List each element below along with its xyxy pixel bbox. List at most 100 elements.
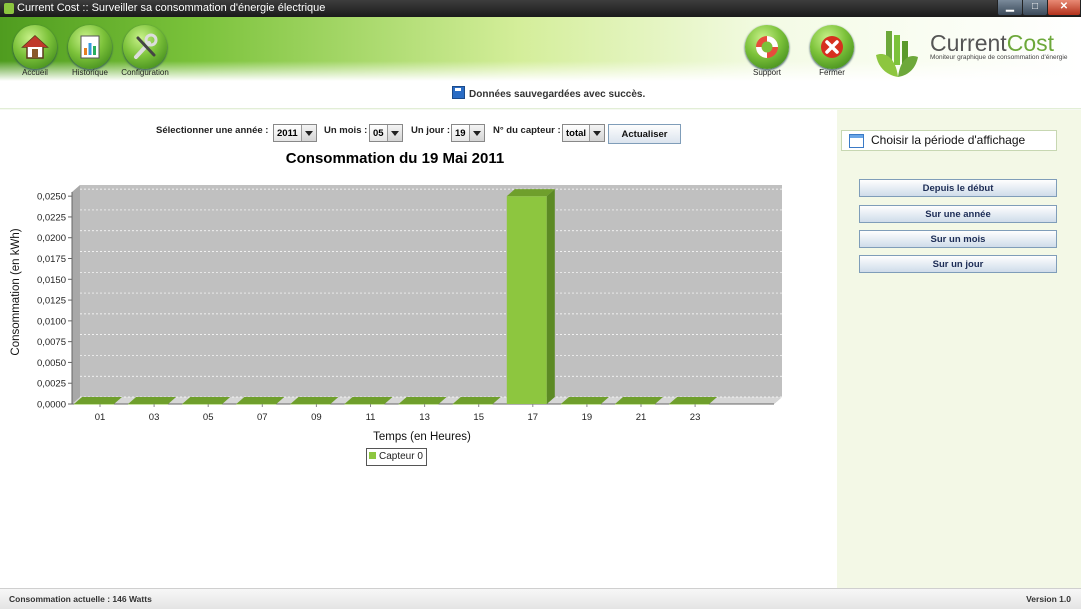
x-tick-label: 07	[257, 412, 268, 423]
chart-title: Consommation du 19 Mai 2011	[285, 150, 505, 167]
bar-top	[182, 397, 231, 404]
sensor-label: N° du capteur :	[493, 125, 561, 136]
bar	[452, 404, 493, 405]
x-tick-label: 11	[366, 412, 376, 423]
history-icon	[68, 25, 112, 69]
refresh-button[interactable]: Actualiser	[608, 124, 681, 144]
sensor-select[interactable]: total	[562, 124, 605, 142]
legend-label: Capteur 0	[379, 451, 423, 462]
x-tick-label: 03	[149, 412, 160, 423]
bar-top	[344, 397, 393, 404]
y-tick-label: 0,0200	[37, 233, 66, 244]
maximize-button[interactable]: □	[1022, 0, 1048, 16]
logo-tagline: Moniteur graphique de consommation d'éne…	[930, 54, 1068, 61]
y-tick-label: 0,0050	[37, 358, 66, 369]
bar-side	[546, 189, 555, 404]
legend-swatch	[369, 452, 376, 459]
logo-wordmark: CurrentCost	[930, 30, 1054, 56]
bar-top	[669, 397, 718, 404]
close-icon	[810, 25, 854, 69]
minimize-button[interactable]: ▁	[997, 0, 1023, 16]
y-axis-title: Consommation (en kWh)	[10, 228, 22, 355]
bar	[506, 196, 547, 404]
bar	[290, 404, 331, 405]
bar	[128, 404, 169, 405]
x-tick-label: 19	[582, 412, 593, 423]
chart-legend: Capteur 0	[366, 448, 427, 466]
currentcost-logo: CurrentCost Moniteur graphique de consom…	[872, 25, 1077, 79]
x-tick-label: 05	[203, 412, 214, 423]
bar	[669, 404, 710, 405]
x-tick-label: 09	[311, 412, 322, 423]
x-tick-label: 01	[95, 412, 106, 423]
configuration-label: Configuration	[121, 68, 169, 77]
version-label: Version 1.0	[1026, 594, 1071, 604]
bar	[236, 404, 277, 405]
month-label: Un mois :	[324, 125, 368, 136]
day-select[interactable]: 19	[451, 124, 485, 142]
window-title: Current Cost :: Surveiller sa consommati…	[17, 2, 326, 14]
y-tick-label: 0,0125	[37, 296, 66, 307]
calendar-icon	[849, 134, 864, 148]
bar	[398, 404, 439, 405]
period-panel-header: Choisir la période d'affichage	[841, 130, 1057, 151]
y-tick-label: 0,0250	[37, 192, 66, 203]
history-button[interactable]: Historique	[66, 25, 114, 77]
bar-top	[74, 397, 122, 404]
app-icon	[4, 3, 14, 14]
x-axis-title: Temps (en Heures)	[373, 431, 471, 443]
plant-icon	[876, 31, 918, 77]
bar-top	[560, 397, 609, 404]
status-message: Données sauvegardées avec succès.	[452, 86, 645, 100]
x-tick-label: 15	[473, 412, 484, 423]
period-panel-title: Choisir la période d'affichage	[871, 133, 1026, 147]
period-panel: Choisir la période d'affichage Depuis le…	[837, 110, 1081, 588]
bar-top	[452, 397, 501, 404]
bar	[182, 404, 223, 405]
chevron-down-icon	[387, 125, 402, 141]
status-bar: Consommation actuelle : 146 Watts Versio…	[0, 588, 1081, 609]
bar-top	[506, 189, 555, 197]
day-label: Un jour :	[411, 125, 451, 136]
y-tick-label: 0,0225	[37, 212, 66, 223]
year-select[interactable]: 2011	[273, 124, 317, 142]
lifebuoy-icon	[745, 25, 789, 69]
y-tick-label: 0,0175	[37, 254, 66, 265]
chevron-down-icon	[301, 125, 316, 141]
one-year-button[interactable]: Sur une année	[859, 205, 1057, 223]
support-button[interactable]: Support	[743, 25, 791, 77]
tools-icon	[123, 25, 167, 69]
x-tick-label: 17	[528, 412, 539, 423]
one-month-button[interactable]: Sur un mois	[859, 230, 1057, 248]
y-tick-label: 0,0025	[37, 379, 66, 390]
bar	[615, 404, 655, 405]
home-icon	[13, 25, 57, 69]
bar-top	[615, 397, 663, 404]
quit-label: Fermer	[819, 68, 845, 77]
chevron-down-icon	[589, 125, 604, 141]
configuration-button[interactable]: Configuration	[121, 25, 169, 77]
x-tick-label: 21	[636, 412, 647, 423]
bar-top	[398, 397, 447, 404]
title-bar: Current Cost :: Surveiller sa consommati…	[0, 0, 1081, 17]
home-button[interactable]: Accueil	[11, 25, 59, 77]
current-consumption: Consommation actuelle : 146 Watts	[9, 594, 152, 604]
month-select[interactable]: 05	[369, 124, 403, 142]
y-tick-label: 0,0075	[37, 337, 66, 348]
plot-area	[80, 185, 782, 397]
x-tick-label: 23	[690, 412, 701, 423]
save-disk-icon	[452, 86, 465, 99]
chevron-down-icon	[469, 125, 484, 141]
one-day-button[interactable]: Sur un jour	[859, 255, 1057, 273]
x-tick-label: 13	[419, 412, 430, 423]
close-window-button[interactable]: ✕	[1047, 0, 1081, 16]
bar-top	[290, 397, 339, 404]
quit-button[interactable]: Fermer	[808, 25, 856, 77]
support-label: Support	[752, 68, 782, 77]
y-tick-label: 0,0100	[37, 316, 66, 327]
y-tick-label: 0,0000	[37, 400, 66, 411]
bar	[344, 404, 385, 405]
since-start-button[interactable]: Depuis le début	[859, 179, 1057, 197]
bar-top	[128, 397, 177, 404]
year-label: Sélectionner une année :	[156, 125, 269, 136]
